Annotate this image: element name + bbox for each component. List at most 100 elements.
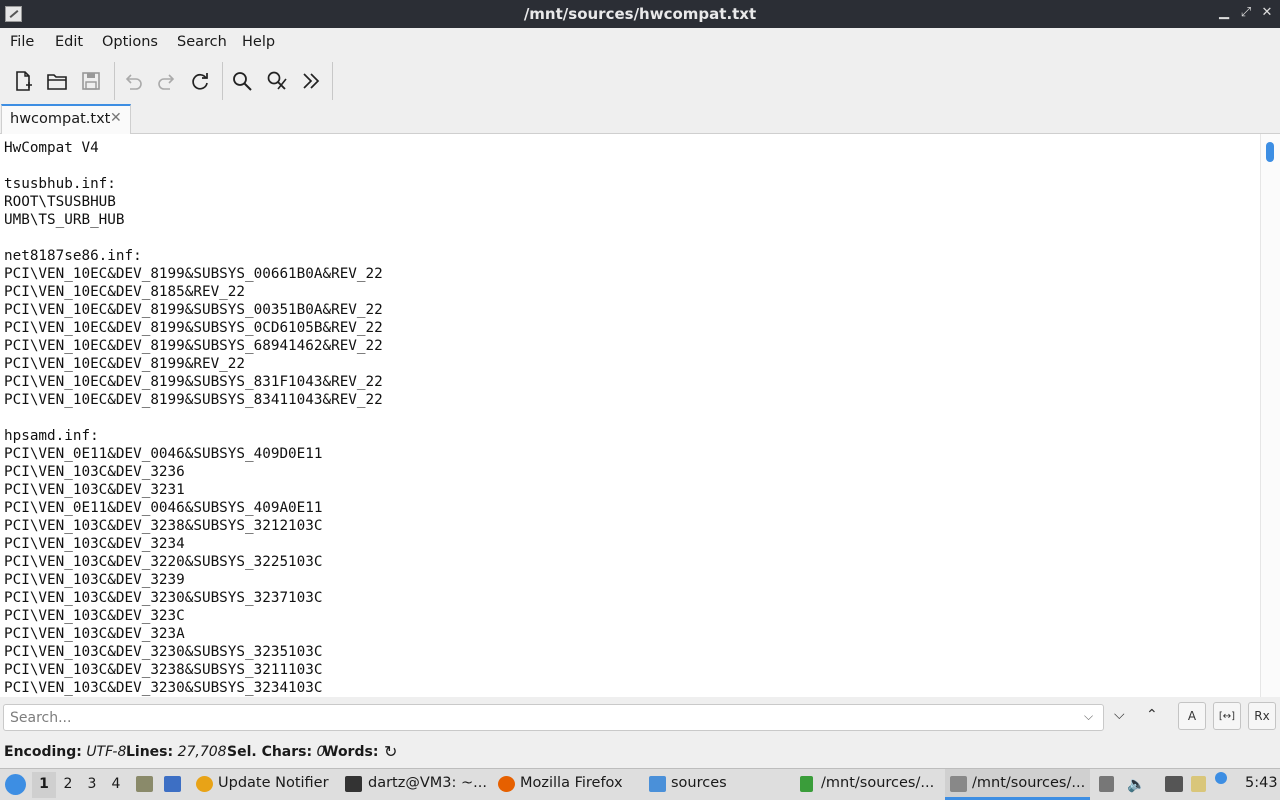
toolbar-separator: [332, 62, 333, 100]
folder-icon: [649, 776, 666, 792]
encoding-label: Encoding:: [4, 744, 82, 760]
minimize-button[interactable]: ▁: [1216, 5, 1232, 20]
window-title: /mnt/sources/hwcompat.txt: [523, 5, 757, 23]
editor-line: PCI\VEN_10EC&DEV_8199&SUBSYS_68941462&RE…: [4, 338, 383, 354]
editor-line: PCI\VEN_10EC&DEV_8185&REV_22: [4, 284, 246, 300]
editor-line: PCI\VEN_103C&DEV_3230&SUBSYS_3234103C: [4, 680, 323, 696]
more-icon[interactable]: [299, 69, 323, 93]
encoding-value: UTF-8: [86, 744, 127, 760]
redo-icon[interactable]: [155, 69, 179, 93]
taskbar-app-sources[interactable]: sources: [671, 775, 727, 791]
reload-icon[interactable]: [188, 69, 212, 93]
editor-line: PCI\VEN_103C&DEV_323C: [4, 608, 185, 624]
open-folder-icon[interactable]: [45, 69, 69, 93]
workspace-1[interactable]: 1: [35, 776, 53, 792]
clipboard-tray-icon[interactable]: [1099, 776, 1114, 792]
editor-line: PCI\VEN_103C&DEV_3238&SUBSYS_3212103C: [4, 518, 323, 534]
window-titlebar: /mnt/sources/hwcompat.txt ▁ ⤢ ✕: [0, 0, 1280, 28]
find-icon[interactable]: [230, 69, 254, 93]
file-manager-launcher-icon[interactable]: [136, 776, 153, 792]
find-next-button[interactable]: ⌵: [1114, 707, 1125, 723]
whole-word-toggle[interactable]: [↔]: [1213, 702, 1241, 730]
taskbar-app-terminal[interactable]: dartz@VM3: ~...: [368, 775, 487, 791]
editor-line: PCI\VEN_103C&DEV_3231: [4, 482, 185, 498]
editor-line: PCI\VEN_10EC&DEV_8199&SUBSYS_00661B0A&RE…: [4, 266, 383, 282]
volume-icon[interactable]: 🔈: [1127, 775, 1146, 793]
text-editor-icon: [950, 776, 967, 792]
menu-edit[interactable]: Edit: [55, 34, 83, 50]
editor-line: PCI\VEN_103C&DEV_3230&SUBSYS_3235103C: [4, 644, 323, 660]
search-history-dropdown-icon[interactable]: ⌵: [1084, 709, 1093, 724]
editor-line: hpsamd.inf:: [4, 428, 99, 444]
editor-line: PCI\VEN_103C&DEV_3238&SUBSYS_3211103C: [4, 662, 323, 678]
match-case-toggle[interactable]: A: [1178, 702, 1206, 730]
tab-bar: hwcompat.txt ✕: [0, 104, 1280, 134]
editor-line: tsusbhub.inf:: [4, 176, 116, 192]
editor-line: ROOT\TSUSBHUB: [4, 194, 116, 210]
editor-line: PCI\VEN_103C&DEV_3236: [4, 464, 185, 480]
notification-tray-icon[interactable]: [1215, 772, 1227, 784]
taskbar-app-text-editor[interactable]: /mnt/sources/...: [972, 775, 1085, 791]
taskbar-app-firefox[interactable]: Mozilla Firefox: [520, 775, 623, 791]
menu-file[interactable]: File: [10, 34, 34, 50]
workspace-3[interactable]: 3: [83, 776, 101, 792]
vertical-scrollbar[interactable]: [1260, 134, 1280, 697]
maximize-button[interactable]: ⤢: [1238, 5, 1254, 20]
find-previous-button[interactable]: ⌃: [1146, 707, 1158, 723]
menu-help[interactable]: Help: [242, 34, 275, 50]
regex-toggle[interactable]: Rx: [1248, 702, 1276, 730]
workspace-4[interactable]: 4: [107, 776, 125, 792]
taskbar-app-document[interactable]: /mnt/sources/...: [821, 775, 934, 791]
scrollbar-thumb[interactable]: [1266, 142, 1274, 162]
lines-status: Lines: 27,708: [126, 744, 227, 760]
encoding-status: Encoding: UTF-8: [4, 744, 126, 760]
words-label: Words:: [323, 744, 379, 760]
editor-line: PCI\VEN_103C&DEV_3234: [4, 536, 185, 552]
toolbar-separator: [222, 62, 223, 100]
lines-label: Lines:: [126, 744, 174, 760]
terminal-icon: [345, 776, 362, 792]
close-window-button[interactable]: ✕: [1259, 5, 1275, 20]
editor-line: PCI\VEN_10EC&DEV_8199&REV_22: [4, 356, 246, 372]
taskbar-app-update-notifier[interactable]: Update Notifier: [218, 775, 329, 791]
search-bar: ⌵ ⌵ ⌃ A [↔] Rx: [0, 697, 1280, 737]
words-status: Words:: [323, 744, 378, 760]
editor-line: HwCompat V4: [4, 140, 99, 156]
refresh-words-icon[interactable]: ↻: [384, 742, 397, 761]
save-icon[interactable]: [79, 69, 103, 93]
tab-close-icon[interactable]: ✕: [110, 110, 122, 126]
editor-line: PCI\VEN_10EC&DEV_8199&SUBSYS_83411043&RE…: [4, 392, 383, 408]
clock: 5:43: [1245, 775, 1278, 791]
editor-line: PCI\VEN_10EC&DEV_8199&SUBSYS_0CD6105B&RE…: [4, 320, 383, 336]
selection-status: Sel. Chars: 0: [227, 744, 325, 760]
editor-line: PCI\VEN_10EC&DEV_8199&SUBSYS_831F1043&RE…: [4, 374, 383, 390]
editor-line: PCI\VEN_103C&DEV_3230&SUBSYS_3237103C: [4, 590, 323, 606]
menu-bar: File Edit Options Search Help: [0, 28, 1280, 58]
editor-line: PCI\VEN_103C&DEV_3220&SUBSYS_3225103C: [4, 554, 323, 570]
new-document-icon[interactable]: [11, 69, 35, 93]
start-menu-icon[interactable]: [5, 774, 26, 795]
search-input[interactable]: [3, 704, 1104, 731]
text-editor-area[interactable]: HwCompat V4 tsusbhub.inf: ROOT\TSUSBHUB UMB…: [0, 134, 1280, 697]
sel-label: Sel. Chars:: [227, 744, 313, 760]
menu-search[interactable]: Search: [177, 34, 227, 50]
document-icon: [800, 776, 813, 792]
status-bar: Encoding: UTF-8 Lines: 27,708 Sel. Chars…: [0, 737, 1280, 767]
replace-icon[interactable]: [265, 69, 289, 93]
workspace-2[interactable]: 2: [59, 776, 77, 792]
undo-icon[interactable]: [121, 69, 145, 93]
show-desktop-icon[interactable]: [164, 776, 181, 792]
taskbar: 1 2 3 4 Update Notifier dartz@VM3: ~... …: [0, 768, 1280, 800]
notes-tray-icon[interactable]: [1191, 776, 1206, 792]
editor-line: PCI\VEN_10EC&DEV_8199&SUBSYS_00351B0A&RE…: [4, 302, 383, 318]
toolbar: [0, 58, 1280, 104]
toolbar-separator: [114, 62, 115, 100]
editor-line: PCI\VEN_103C&DEV_3239: [4, 572, 185, 588]
network-tray-icon[interactable]: [1165, 776, 1183, 792]
menu-options[interactable]: Options: [102, 34, 158, 50]
firefox-icon: [498, 776, 515, 792]
editor-line: UMB\TS_URB_HUB: [4, 212, 125, 228]
update-notifier-icon: [196, 776, 213, 792]
editor-line: net8187se86.inf:: [4, 248, 142, 264]
tab-hwcompat[interactable]: hwcompat.txt ✕: [1, 104, 131, 134]
